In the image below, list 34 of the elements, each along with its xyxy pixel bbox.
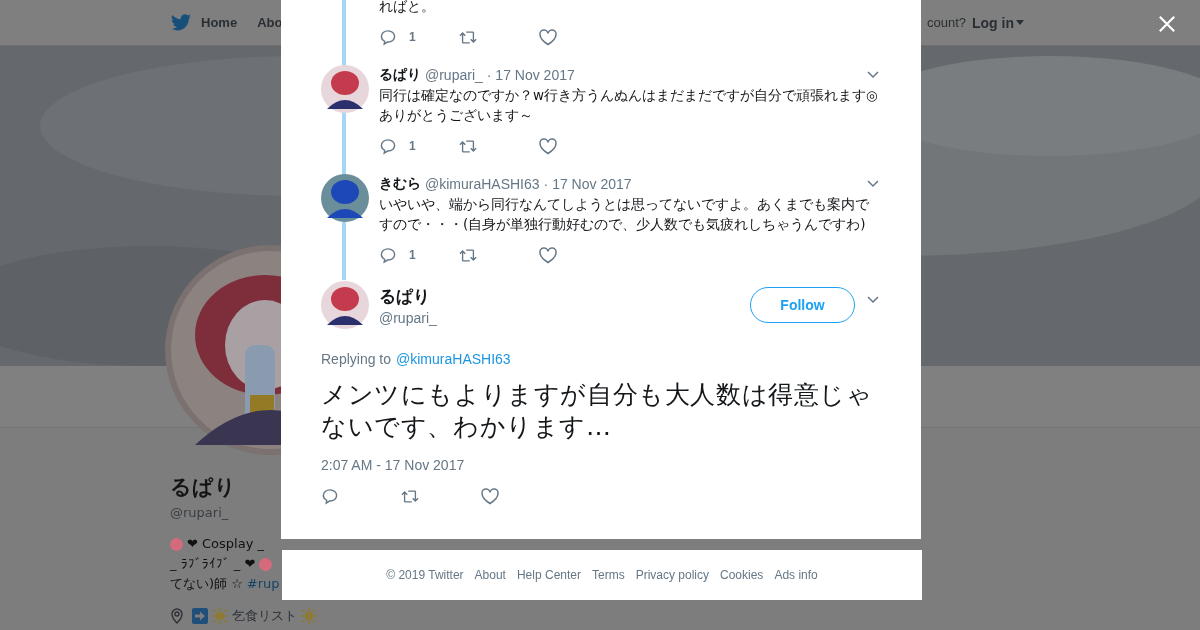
footer-link[interactable]: Help Center	[516, 568, 581, 582]
footer-link[interactable]: Ads info	[774, 568, 818, 582]
retweet-icon[interactable]	[459, 28, 477, 46]
account-prompt: count?	[926, 15, 966, 30]
caret-icon	[1016, 20, 1024, 25]
profile-handle: @rupari_	[170, 505, 229, 520]
list-label: 乞食リスト	[232, 607, 297, 625]
tweet-timestamp: 2:07 AM - 17 Nov 2017	[321, 457, 466, 473]
arrow-icon	[192, 608, 208, 624]
reply-icon[interactable]	[379, 28, 397, 46]
nav-link[interactable]: Abo	[257, 15, 283, 30]
hashtag-link[interactable]: #rup	[246, 574, 280, 594]
footer-link[interactable]: © 2019 Twitter	[386, 568, 464, 582]
close-icon[interactable]	[1158, 15, 1176, 33]
home-link[interactable]: Home	[201, 15, 238, 30]
reply-icon[interactable]	[321, 487, 339, 505]
footer-link[interactable]: About	[474, 568, 506, 582]
tweet-text: ればと。	[379, 0, 436, 16]
reply-count: 1	[409, 30, 416, 44]
sun-icon	[301, 608, 317, 624]
bio-text: ❤ Cosplay _	[187, 535, 264, 553]
footer-link[interactable]: Privacy policy	[635, 568, 709, 582]
sun-icon	[212, 608, 228, 624]
heart-icon[interactable]	[539, 28, 557, 46]
tweet-text: メンツにもよりますが自分も大人数は得意じゃないです、わかります…	[321, 379, 874, 443]
retweet-icon[interactable]	[401, 487, 419, 505]
footer-link[interactable]: Cookies	[720, 568, 764, 582]
footer-link[interactable]: Terms	[592, 568, 625, 582]
bio-text: _ ﾗﾌﾞﾗｲﾌﾞ _ ❤	[170, 555, 256, 573]
profile-name: るぱり	[170, 474, 236, 501]
heart-icon[interactable]	[481, 487, 499, 505]
login-link[interactable]: Log in	[972, 14, 1014, 31]
bio-text: てない)師 ☆	[170, 575, 243, 593]
location-pin-icon	[170, 608, 184, 624]
